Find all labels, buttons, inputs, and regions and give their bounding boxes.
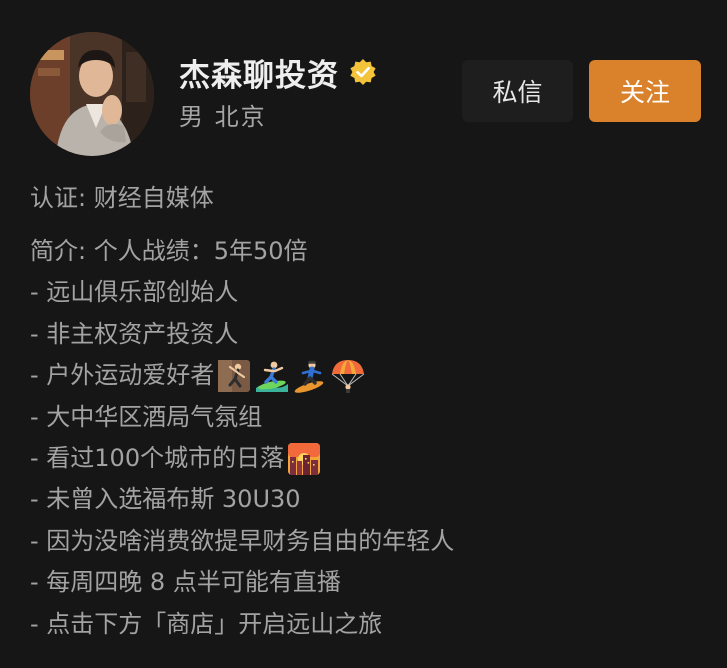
bio-item-text: - 未曾入选福布斯 30U30 (30, 485, 301, 514)
profile-header: 杰森聊投资 (179, 52, 377, 94)
bio-item-text: - 非主权资产投资人 (30, 319, 239, 348)
bio-intro: 简介: 个人战绩：5年50倍 (30, 231, 454, 272)
profile-name: 杰森聊投资 (179, 57, 339, 94)
bio-item: - 远山俱乐部创始人 (30, 272, 454, 313)
avatar-photo (30, 32, 154, 156)
verified-badge-icon (349, 58, 377, 86)
follow-button[interactable]: 关注 (589, 60, 701, 122)
bio-list: 简介: 个人战绩：5年50倍 - 远山俱乐部创始人 - 非主权资产投资人 - 户… (30, 231, 454, 645)
city-sunset-icon (286, 441, 322, 477)
bio-item-text: - 每周四晚 8 点半可能有直播 (30, 568, 341, 597)
bio-item: - 点击下方「商店」开启远山之旅 (30, 604, 454, 645)
bio-item-text: - 户外运动爱好者 (30, 361, 215, 390)
bio-item: - 看过100个城市的日落 (30, 438, 454, 479)
bio-item: - 因为没啥消费欲提早财务自由的年轻人 (30, 521, 454, 562)
snowboarding-icon (292, 358, 328, 394)
bio-item: - 户外运动爱好者 (30, 355, 454, 396)
profile-gender-location: 男 北京 (179, 103, 267, 131)
rock-climbing-icon (216, 358, 252, 394)
surfing-icon (254, 358, 290, 394)
message-button[interactable]: 私信 (462, 60, 573, 122)
bio-item-text: - 因为没啥消费欲提早财务自由的年轻人 (30, 526, 455, 555)
parachute-icon (330, 358, 366, 394)
bio-item-text: - 远山俱乐部创始人 (30, 278, 239, 307)
bio-item-text: - 大中华区酒局气氛组 (30, 402, 263, 431)
bio-item: - 未曾入选福布斯 30U30 (30, 479, 454, 520)
bio-item-text: - 看过100个城市的日落 (30, 443, 285, 472)
bio-intro-text: 简介: 个人战绩：5年50倍 (30, 237, 308, 265)
avatar[interactable] (30, 32, 154, 156)
bio-item: - 大中华区酒局气氛组 (30, 397, 454, 438)
bio-item: - 每周四晚 8 点半可能有直播 (30, 562, 454, 603)
bio-item-text: - 点击下方「商店」开启远山之旅 (30, 609, 383, 638)
certification-text: 认证: 财经自媒体 (30, 184, 214, 212)
bio-item: - 非主权资产投资人 (30, 314, 454, 355)
